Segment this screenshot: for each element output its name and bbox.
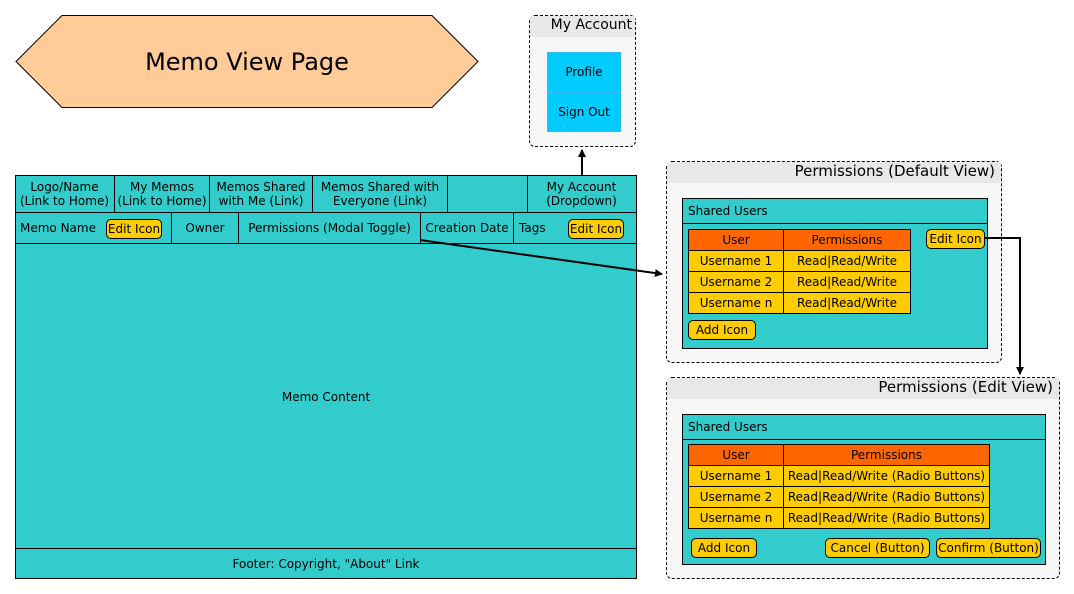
nav-shared-with-me-link[interactable]: Memos Shared with Me (Link) — [210, 175, 313, 212]
page-title: Memo View Page — [145, 47, 349, 76]
creation-date-cell: Creation Date — [421, 213, 514, 243]
confirm-button[interactable]: Confirm (Button) — [936, 538, 1041, 558]
edit-memo-name-button[interactable]: Edit Icon — [106, 219, 162, 239]
profile-button[interactable]: Profile — [547, 52, 621, 92]
permissions-column-header: Permissions — [783, 444, 990, 466]
permissions-column-header: Permissions — [783, 229, 911, 251]
table-row-permission: Read|Read/Write — [783, 271, 911, 293]
memo-name-label: Memo Name — [20, 221, 96, 235]
nav-logo-link[interactable]: Logo/Name (Link to Home) — [15, 175, 115, 212]
table-row-permission: Read|Read/Write — [783, 250, 911, 272]
nav-shared-with-everyone-link[interactable]: Memos Shared with Everyone (Link) — [313, 175, 448, 212]
add-user-button[interactable]: Add Icon — [688, 320, 756, 340]
permissions-edit-modal: Permissions (Edit View) Shared Users Use… — [666, 377, 1060, 579]
table-row-user: Username 1 — [688, 465, 784, 487]
tags-label: Tags — [519, 221, 546, 235]
add-user-button[interactable]: Add Icon — [691, 538, 757, 558]
user-column-header: User — [688, 444, 784, 466]
shared-users-divider — [683, 439, 1045, 440]
table-row-user: Username 2 — [688, 486, 784, 508]
footer: Footer: Copyright, "About" Link — [15, 548, 637, 579]
shared-users-divider — [683, 223, 987, 224]
user-column-header: User — [688, 229, 784, 251]
table-row-user: Username n — [688, 292, 784, 314]
nav-empty-cell — [448, 175, 528, 212]
permissions-edit-title: Permissions (Edit View) — [667, 378, 1059, 399]
sign-out-button[interactable]: Sign Out — [547, 92, 621, 132]
nav-bar: Logo/Name (Link to Home) My Memos (Link … — [15, 175, 637, 213]
memo-info-bar: Memo Name Edit Icon Owner Permissions (M… — [15, 213, 637, 244]
cancel-button[interactable]: Cancel (Button) — [825, 538, 930, 558]
table-row-user: Username 1 — [688, 250, 784, 272]
edit-tags-button[interactable]: Edit Icon — [568, 219, 624, 239]
shared-users-title: Shared Users — [688, 420, 768, 434]
permissions-default-title: Permissions (Default View) — [667, 162, 1001, 183]
table-row-user: Username n — [688, 507, 784, 529]
nav-my-memos-link[interactable]: My Memos (Link to Home) — [115, 175, 210, 212]
page-title-shape: Memo View Page — [15, 15, 479, 108]
permissions-default-modal: Permissions (Default View) Shared Users … — [666, 161, 1002, 363]
table-row-permission-radio[interactable]: Read|Read/Write (Radio Buttons) — [783, 465, 990, 487]
account-menu: My Account Profile Sign Out — [529, 15, 636, 147]
table-row-permission: Read|Read/Write — [783, 292, 911, 314]
table-row-permission-radio[interactable]: Read|Read/Write (Radio Buttons) — [783, 507, 990, 529]
edit-permissions-button[interactable]: Edit Icon — [926, 229, 985, 249]
account-menu-title: My Account — [530, 16, 635, 37]
table-row-permission-radio[interactable]: Read|Read/Write (Radio Buttons) — [783, 486, 990, 508]
permissions-modal-toggle[interactable]: Permissions (Modal Toggle) — [239, 213, 421, 243]
nav-my-account-dropdown[interactable]: My Account (Dropdown) — [528, 175, 635, 212]
owner-cell: Owner — [172, 213, 239, 243]
shared-users-title: Shared Users — [688, 204, 768, 218]
memo-content: Memo Content — [281, 389, 371, 404]
table-row-user: Username 2 — [688, 271, 784, 293]
